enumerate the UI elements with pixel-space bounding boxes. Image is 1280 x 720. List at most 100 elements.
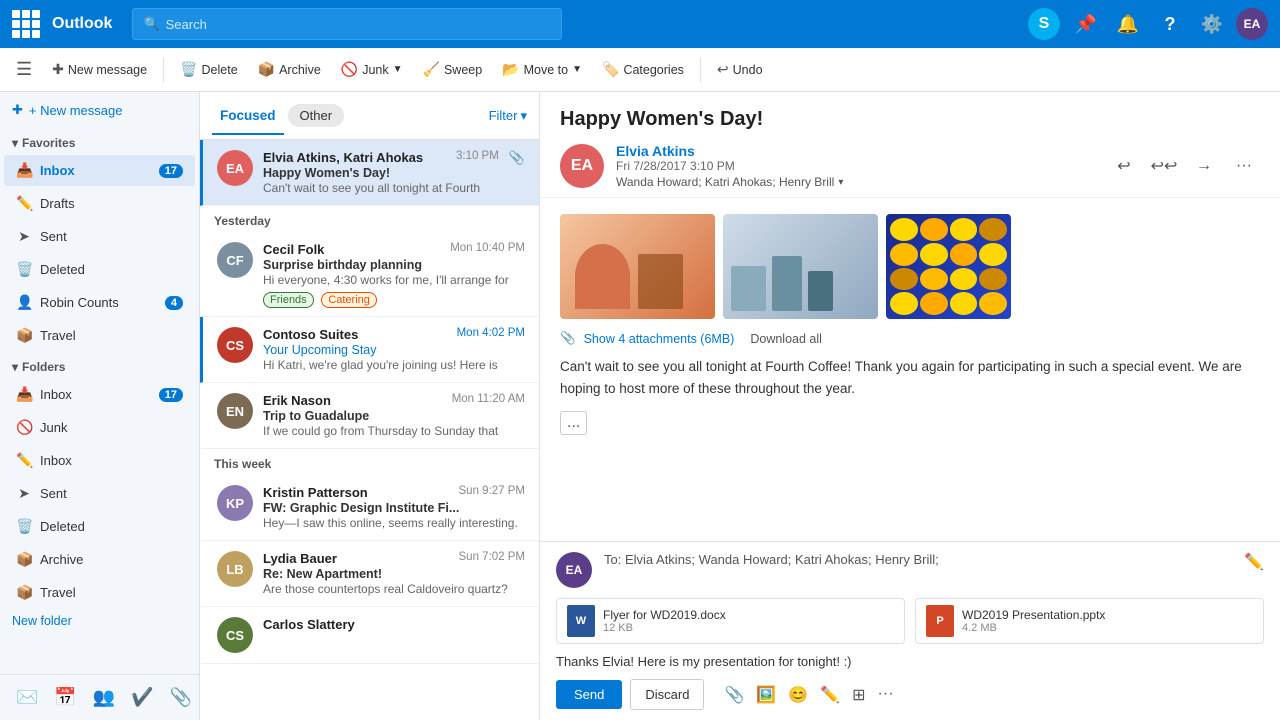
expand-recipients-icon[interactable]: ▾ bbox=[838, 177, 843, 188]
email-time: Mon 11:20 AM bbox=[452, 393, 525, 405]
junk-dropdown-icon[interactable]: ▼ bbox=[393, 64, 403, 75]
email-meta: Lydia Bauer Sun 7:02 PM bbox=[263, 551, 525, 566]
sidebar-item-robin-counts[interactable]: 👤 Robin Counts 4 bbox=[4, 287, 195, 318]
reply-all-button[interactable]: ↩↩ bbox=[1148, 150, 1180, 182]
search-input[interactable] bbox=[166, 17, 552, 32]
sweep-button[interactable]: 🧹 Sweep bbox=[415, 56, 491, 83]
settings-button[interactable]: ⚙️ bbox=[1194, 6, 1230, 42]
email-item[interactable]: CF Cecil Folk Mon 10:40 PM Surprise birt… bbox=[200, 232, 539, 317]
tasks-nav-icon[interactable]: ✔️ bbox=[123, 683, 161, 712]
sidebar-folder-inbox2[interactable]: ✏️ Inbox bbox=[4, 445, 195, 476]
send-button[interactable]: Send bbox=[556, 680, 622, 709]
sidebar-item-drafts[interactable]: ✏️ Drafts bbox=[4, 188, 195, 219]
word-icon: W bbox=[567, 605, 595, 637]
sidebar-item-travel[interactable]: 📦 Travel bbox=[4, 320, 195, 351]
toolbar-separator-2 bbox=[700, 58, 701, 82]
sidebar-folder-travel[interactable]: 📦 Travel bbox=[4, 577, 195, 608]
filter-chevron-icon: ▾ bbox=[520, 108, 527, 124]
attachment-bar[interactable]: 📎 Show 4 attachments (6MB) Download all bbox=[560, 331, 1260, 346]
sidebar-folder-sent[interactable]: ➤ Sent bbox=[4, 478, 195, 509]
draw-button[interactable]: ✏️ bbox=[816, 681, 844, 709]
email-meta: Kristin Patterson Sun 9:27 PM bbox=[263, 485, 525, 500]
sidebar-item-sent[interactable]: ➤ Sent bbox=[4, 221, 195, 252]
email-subject: Your Upcoming Stay bbox=[263, 343, 525, 357]
email-item[interactable]: EN Erik Nason Mon 11:20 AM Trip to Guada… bbox=[200, 383, 539, 449]
new-folder-button[interactable]: New folder bbox=[0, 609, 199, 633]
reply-button[interactable]: ↩ bbox=[1108, 150, 1140, 182]
search-bar[interactable]: 🔍 bbox=[132, 8, 562, 40]
email-from: Contoso Suites bbox=[263, 327, 358, 342]
skype-button[interactable]: S bbox=[1026, 6, 1062, 42]
categories-button[interactable]: 🏷️ Categories bbox=[594, 56, 692, 83]
sidebar: ✚ + New message ▾ Favorites 📥 Inbox 17 ✏… bbox=[0, 92, 200, 720]
reply-file-ppt[interactable]: P WD2019 Presentation.pptx 4.2 MB bbox=[915, 598, 1264, 644]
move-to-button[interactable]: 📂 Move to ▼ bbox=[494, 56, 590, 83]
waffle-icon[interactable] bbox=[12, 10, 40, 38]
email-time: Sun 7:02 PM bbox=[459, 551, 525, 563]
chevron-down-icon: ▾ bbox=[12, 136, 18, 150]
image-button[interactable]: 🖼️ bbox=[752, 681, 780, 709]
avatar: LB bbox=[217, 551, 253, 587]
avatar: KP bbox=[217, 485, 253, 521]
sidebar-folder-junk[interactable]: 🚫 Junk bbox=[4, 412, 195, 443]
reply-avatar: EA bbox=[556, 552, 592, 588]
move-icon: 📂 bbox=[502, 61, 519, 78]
edit-reply-icon[interactable]: ✏️ bbox=[1244, 552, 1264, 572]
drafts-icon: ✏️ bbox=[16, 195, 32, 212]
move-dropdown-icon[interactable]: ▼ bbox=[572, 64, 582, 75]
reply-file-word[interactable]: W Flyer for WD2019.docx 12 KB bbox=[556, 598, 905, 644]
archive-button[interactable]: 📦 Archive bbox=[250, 56, 329, 83]
new-message-button[interactable]: ✚ New message bbox=[44, 56, 155, 83]
email-from: Kristin Patterson bbox=[263, 485, 368, 500]
email-meta: Carlos Slattery bbox=[263, 617, 525, 632]
email-item[interactable]: CS Contoso Suites Mon 4:02 PM Your Upcom… bbox=[200, 317, 539, 383]
tag-catering: Catering bbox=[321, 292, 377, 308]
download-all[interactable]: Download all bbox=[750, 332, 822, 346]
email-item[interactable]: CS Carlos Slattery bbox=[200, 607, 539, 664]
favorites-header[interactable]: ▾ Favorites bbox=[0, 128, 199, 154]
email-meta: Cecil Folk Mon 10:40 PM bbox=[263, 242, 525, 257]
more-actions-button[interactable]: ··· bbox=[1228, 150, 1260, 182]
emoji-button[interactable]: 😊 bbox=[784, 681, 812, 709]
tab-focused[interactable]: Focused bbox=[212, 96, 284, 135]
help-button[interactable]: ? bbox=[1152, 6, 1188, 42]
filter-button[interactable]: Filter ▾ bbox=[489, 108, 527, 124]
pin-button[interactable]: 📌 bbox=[1068, 6, 1104, 42]
user-avatar[interactable]: EA bbox=[1236, 8, 1268, 40]
delete-icon: 🗑️ bbox=[180, 61, 197, 78]
notifications-button[interactable]: 🔔 bbox=[1110, 6, 1146, 42]
sidebar-folder-deleted[interactable]: 🗑️ Deleted bbox=[4, 511, 195, 542]
email-preview: Hi Katri, we're glad you're joining us! … bbox=[263, 358, 525, 372]
discard-button[interactable]: Discard bbox=[630, 679, 704, 710]
sidebar-item-inbox[interactable]: 📥 Inbox 17 bbox=[4, 155, 195, 186]
reply-to-text: To: Elvia Atkins; Wanda Howard; Katri Ah… bbox=[604, 552, 1232, 567]
gear-icon: ⚙️ bbox=[1201, 14, 1223, 35]
sidebar-folder-inbox[interactable]: 📥 Inbox 17 bbox=[4, 379, 195, 410]
email-item[interactable]: KP Kristin Patterson Sun 9:27 PM FW: Gra… bbox=[200, 475, 539, 541]
expand-body-button[interactable]: ... bbox=[560, 411, 587, 435]
calendar-nav-icon[interactable]: 📅 bbox=[46, 683, 84, 712]
mail-nav-icon[interactable]: ✉️ bbox=[8, 683, 46, 712]
new-message-sidebar-button[interactable]: ✚ + New message bbox=[0, 92, 199, 128]
attach-nav-icon[interactable]: 📎 bbox=[162, 683, 200, 712]
hamburger-menu[interactable]: ☰ bbox=[8, 54, 40, 85]
delete-button[interactable]: 🗑️ Delete bbox=[172, 56, 246, 83]
sidebar-folder-archive[interactable]: 📦 Archive bbox=[4, 544, 195, 575]
forward-button[interactable]: → bbox=[1188, 150, 1220, 182]
people-nav-icon[interactable]: 👥 bbox=[85, 683, 123, 712]
section-yesterday: Yesterday bbox=[200, 206, 539, 232]
sidebar-item-deleted[interactable]: 🗑️ Deleted bbox=[4, 254, 195, 285]
junk-button[interactable]: 🚫 Junk ▼ bbox=[333, 56, 411, 83]
deleted-icon: 🗑️ bbox=[16, 261, 32, 278]
undo-button[interactable]: ↩ Undo bbox=[709, 56, 771, 83]
email-subject: Re: New Apartment! bbox=[263, 567, 525, 581]
email-content: Carlos Slattery bbox=[263, 617, 525, 653]
email-list-body: EA Elvia Atkins, Katri Ahokas 3:10 PM Ha… bbox=[200, 140, 539, 720]
email-item[interactable]: LB Lydia Bauer Sun 7:02 PM Re: New Apart… bbox=[200, 541, 539, 607]
tab-other[interactable]: Other bbox=[288, 104, 345, 127]
more-options-button[interactable]: ··· bbox=[874, 681, 898, 709]
attach-button[interactable]: 📎 bbox=[720, 681, 748, 709]
folders-header[interactable]: ▾ Folders bbox=[0, 352, 199, 378]
table-button[interactable]: ⊞ bbox=[848, 681, 869, 709]
email-item[interactable]: EA Elvia Atkins, Katri Ahokas 3:10 PM Ha… bbox=[200, 140, 539, 206]
